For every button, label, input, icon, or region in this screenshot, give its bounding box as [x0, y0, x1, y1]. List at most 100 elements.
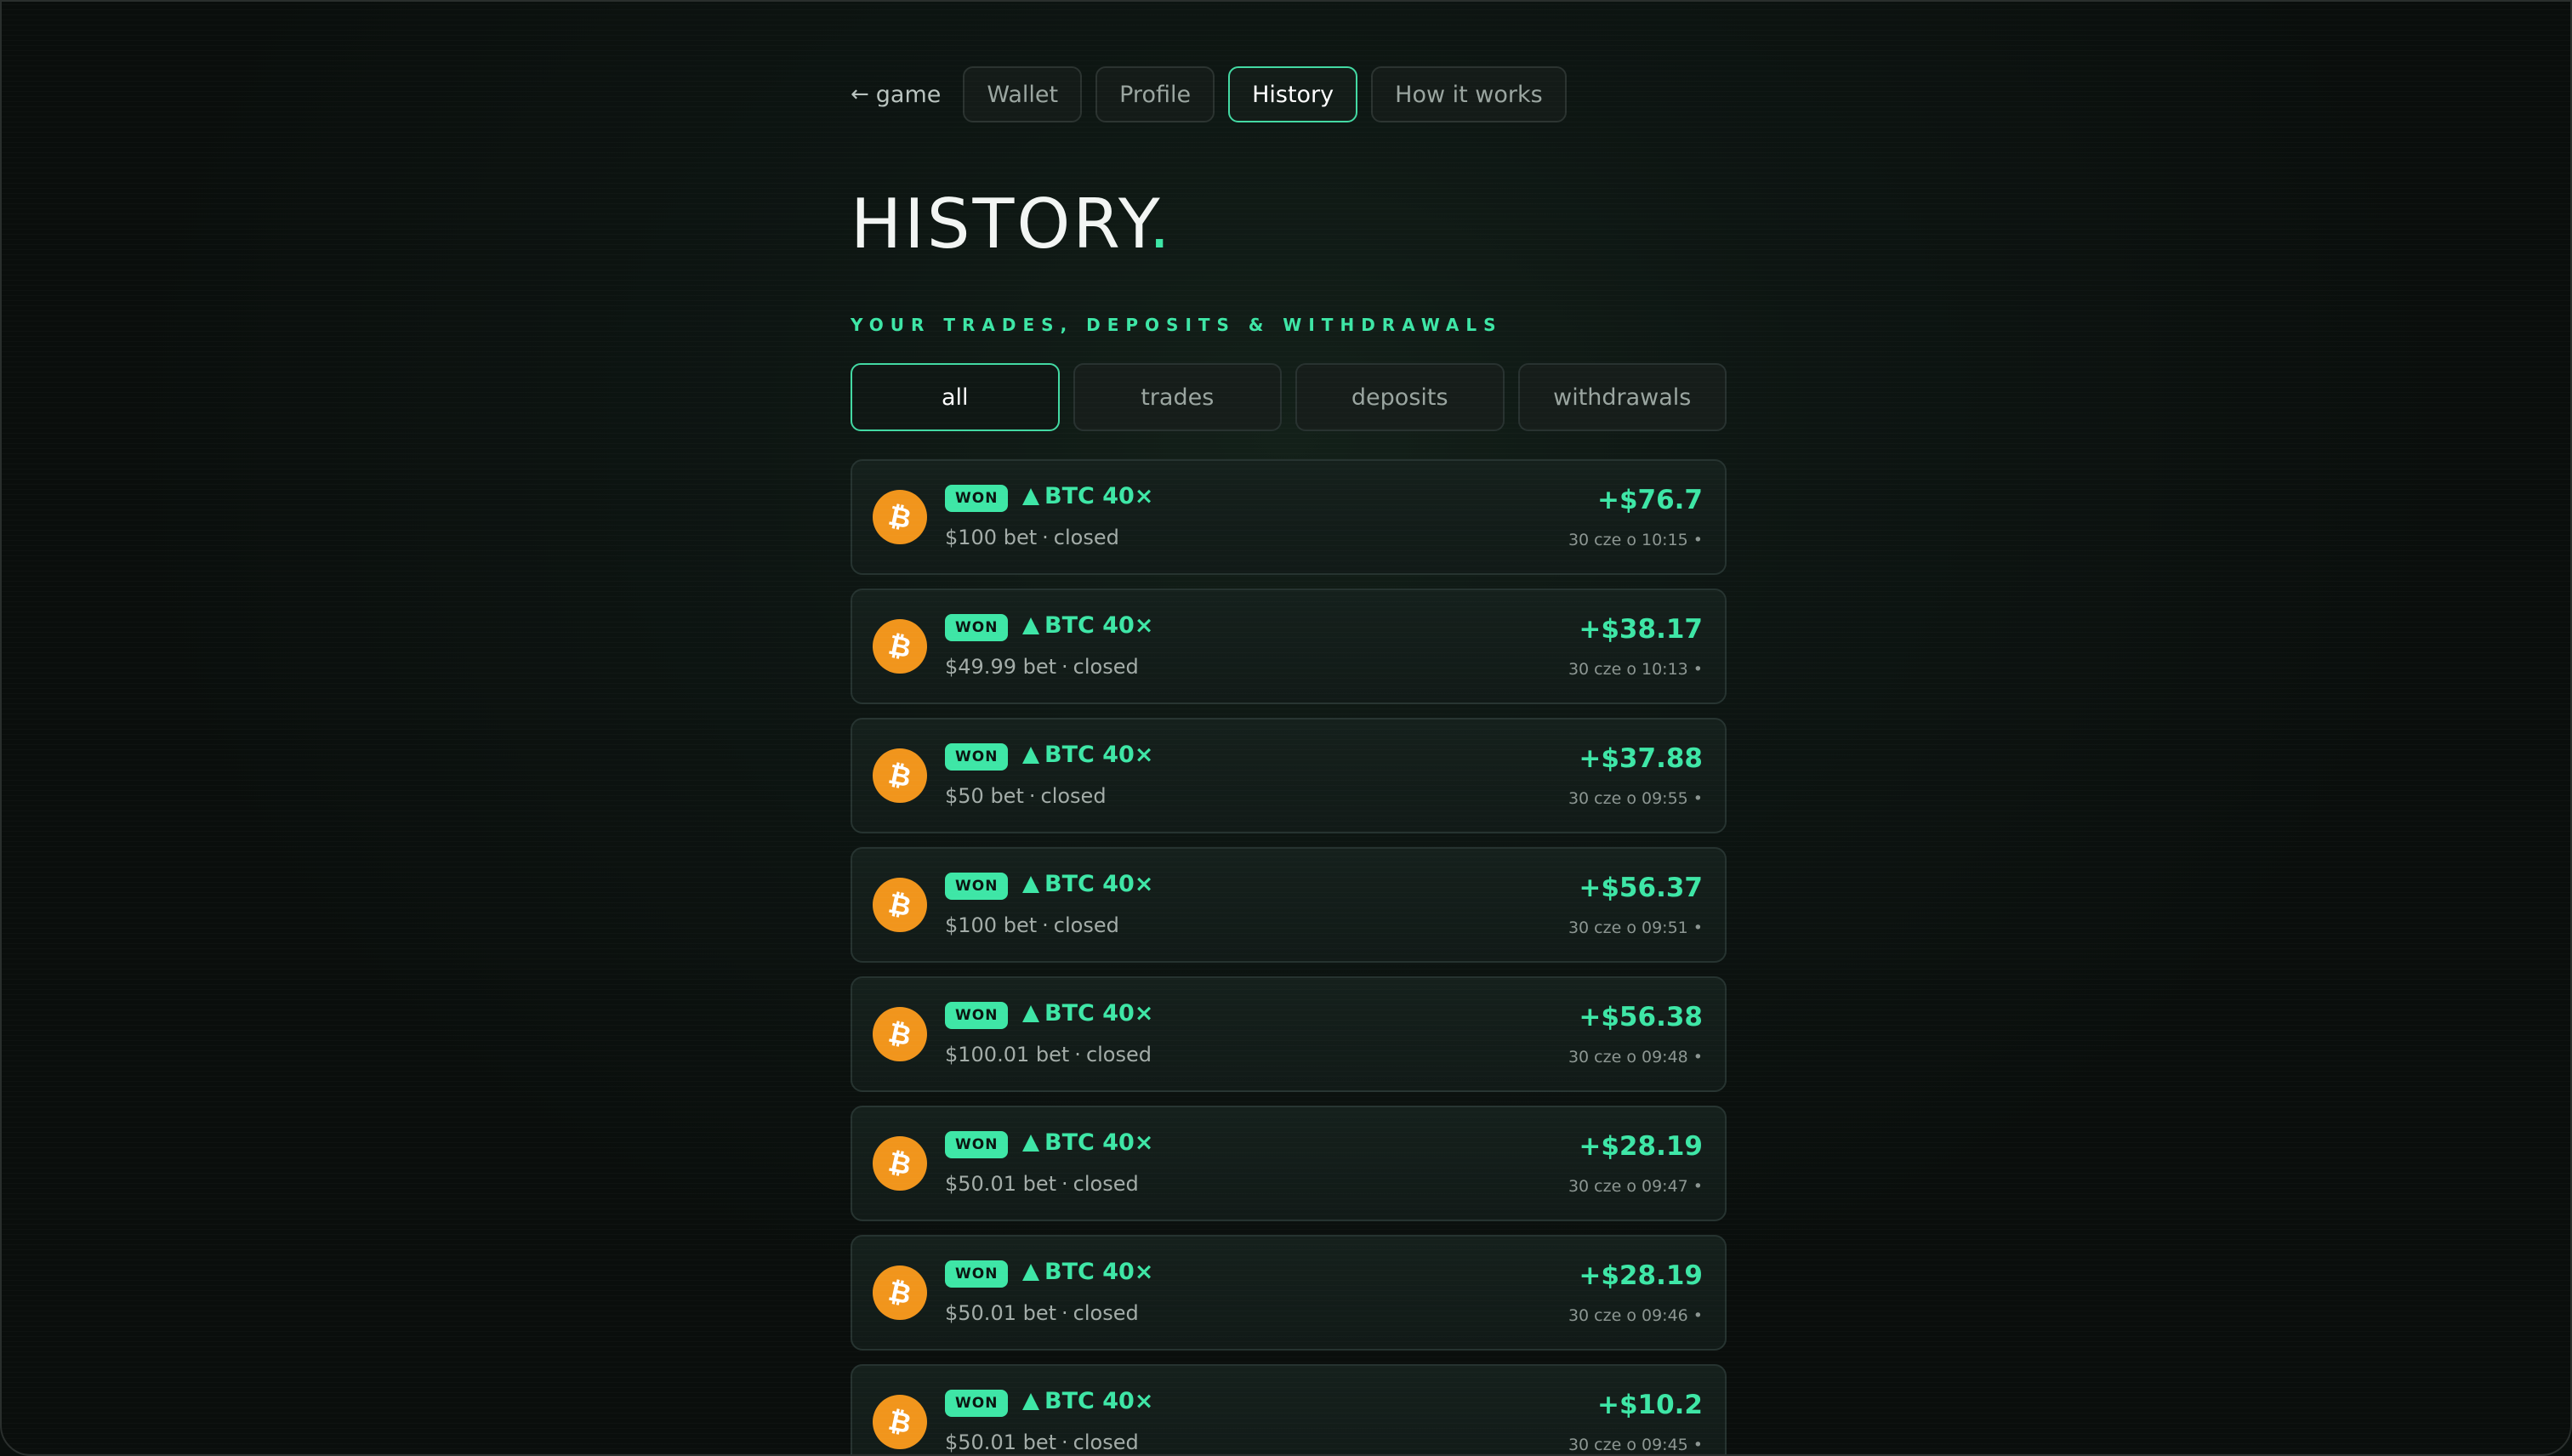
meta-separator: · — [1061, 655, 1068, 679]
trade-timestamp: 30 cze o 10:15 • — [1568, 531, 1703, 549]
trade-meta: $100 bet · closed — [945, 913, 1119, 937]
triangle-up-icon — [1022, 1392, 1039, 1410]
triangle-up-icon — [1022, 1263, 1039, 1281]
status-badge: WON — [945, 1390, 1009, 1417]
bitcoin-icon: ₿ — [873, 748, 927, 803]
back-to-game-link[interactable]: ← game — [851, 82, 941, 108]
page-title: HISTORY. — [851, 191, 1173, 259]
trade-timestamp: 30 cze o 10:13 • — [1568, 660, 1703, 679]
bet-amount: $50 bet — [945, 784, 1024, 808]
trade-timestamp: 30 cze o 09:51 • — [1568, 919, 1703, 937]
bet-amount: $100 bet — [945, 526, 1038, 549]
back-label: game — [875, 81, 942, 108]
meta-separator: · — [1061, 1430, 1068, 1454]
trade-state: closed — [1053, 526, 1119, 549]
trade-meta: $100.01 bet · closed — [945, 1043, 1152, 1066]
bet-amount: $49.99 bet — [945, 655, 1057, 679]
profit-amount: +$76.7 — [1596, 485, 1703, 515]
history-row[interactable]: ₿ WON BTC 40× $50 bet · closed +$37.88 30 … — [851, 718, 1727, 833]
history-row[interactable]: ₿ WON BTC 40× $50.01 bet · closed +$28.19 … — [851, 1235, 1727, 1351]
trade-pair-label: BTC 40× — [1044, 1388, 1154, 1414]
tab-profile[interactable]: Profile — [1095, 66, 1215, 122]
filter-trades[interactable]: trades — [1073, 363, 1282, 431]
trade-meta: $50.01 bet · closed — [945, 1430, 1139, 1454]
trade-meta: $50 bet · closed — [945, 784, 1107, 808]
profit-amount: +$56.38 — [1579, 1002, 1703, 1032]
tab-wallet[interactable]: Wallet — [963, 66, 1083, 122]
history-row[interactable]: ₿ WON BTC 40× $49.99 bet · closed +$38.17 … — [851, 589, 1727, 704]
svg-text:₿: ₿ — [885, 888, 913, 922]
trade-pair-label: BTC 40× — [1044, 742, 1154, 768]
triangle-up-icon — [1022, 875, 1039, 893]
trade-timestamp: 30 cze o 09:45 • — [1568, 1436, 1703, 1454]
meta-separator: · — [1042, 526, 1049, 549]
status-badge: WON — [945, 614, 1009, 641]
profit-amount: +$38.17 — [1579, 614, 1703, 645]
trade-state: closed — [1085, 1043, 1152, 1066]
bitcoin-icon: ₿ — [873, 1136, 927, 1191]
tab-history[interactable]: History — [1228, 66, 1358, 122]
bitcoin-icon: ₿ — [873, 1395, 927, 1449]
trade-pair: BTC 40× — [1022, 612, 1153, 639]
profit-amount: +$10.2 — [1596, 1390, 1703, 1420]
tab-how-it-works[interactable]: How it works — [1371, 66, 1567, 122]
status-badge: WON — [945, 1002, 1009, 1029]
bitcoin-icon: ₿ — [873, 490, 927, 544]
svg-text:₿: ₿ — [885, 1017, 913, 1051]
svg-text:₿: ₿ — [885, 1276, 913, 1310]
trade-pair: BTC 40× — [1022, 1388, 1153, 1414]
trade-pair: BTC 40× — [1022, 1259, 1153, 1285]
svg-text:₿: ₿ — [885, 629, 913, 663]
trade-meta: $100 bet · closed — [945, 526, 1119, 549]
meta-separator: · — [1074, 1043, 1081, 1066]
status-badge: WON — [945, 485, 1009, 512]
top-nav: ← game Wallet Profile History How it wor… — [851, 65, 1567, 124]
triangle-up-icon — [1022, 746, 1039, 764]
profit-amount: +$28.19 — [1579, 1260, 1703, 1291]
svg-text:₿: ₿ — [885, 500, 913, 534]
status-badge: WON — [945, 873, 1009, 900]
bet-amount: $50.01 bet — [945, 1301, 1057, 1325]
trade-pair-label: BTC 40× — [1044, 483, 1154, 509]
trade-meta: $50.01 bet · closed — [945, 1301, 1139, 1325]
svg-text:₿: ₿ — [885, 759, 913, 793]
filter-withdrawals[interactable]: withdrawals — [1517, 363, 1727, 431]
filter-tabs: all trades deposits withdrawals — [851, 363, 1727, 431]
bet-amount: $100 bet — [945, 913, 1038, 937]
page-title-dot: . — [1148, 185, 1173, 264]
trade-pair: BTC 40× — [1022, 1129, 1153, 1156]
trade-pair: BTC 40× — [1022, 1000, 1153, 1027]
history-row[interactable]: ₿ WON BTC 40× $100.01 bet · closed +$56.38… — [851, 976, 1727, 1092]
trade-pair: BTC 40× — [1022, 483, 1153, 509]
profit-amount: +$28.19 — [1579, 1131, 1703, 1162]
trade-pair: BTC 40× — [1022, 871, 1153, 897]
page-title-text: HISTORY — [851, 185, 1149, 264]
trade-timestamp: 30 cze o 09:46 • — [1568, 1306, 1703, 1325]
trade-state: closed — [1073, 1430, 1139, 1454]
status-badge: WON — [945, 1131, 1009, 1158]
bet-amount: $100.01 bet — [945, 1043, 1070, 1066]
trade-meta: $50.01 bet · closed — [945, 1172, 1139, 1196]
trade-pair-label: BTC 40× — [1044, 612, 1154, 639]
bet-amount: $50.01 bet — [945, 1172, 1057, 1196]
bitcoin-icon: ₿ — [873, 1007, 927, 1061]
filter-deposits[interactable]: deposits — [1295, 363, 1505, 431]
filter-all[interactable]: all — [851, 363, 1060, 431]
app-window: ← game Wallet Profile History How it wor… — [0, 0, 2572, 1456]
history-row[interactable]: ₿ WON BTC 40× $100 bet · closed +$76.7 30 … — [851, 459, 1727, 575]
trade-state: closed — [1073, 1172, 1139, 1196]
triangle-up-icon — [1022, 617, 1039, 634]
history-row[interactable]: ₿ WON BTC 40× $50.01 bet · closed +$28.19 … — [851, 1106, 1727, 1221]
triangle-up-icon — [1022, 1134, 1039, 1152]
trade-pair-label: BTC 40× — [1044, 1259, 1154, 1285]
trade-state: closed — [1040, 784, 1107, 808]
meta-separator: · — [1061, 1301, 1068, 1325]
history-row[interactable]: ₿ WON BTC 40× $100 bet · closed +$56.37 30… — [851, 847, 1727, 963]
trade-timestamp: 30 cze o 09:47 • — [1568, 1177, 1703, 1196]
trade-pair: BTC 40× — [1022, 742, 1153, 768]
profit-amount: +$56.37 — [1579, 873, 1703, 903]
svg-text:₿: ₿ — [885, 1146, 913, 1180]
meta-separator: · — [1042, 913, 1049, 937]
history-row[interactable]: ₿ WON BTC 40× $50.01 bet · closed +$10.2 3… — [851, 1364, 1727, 1454]
trade-meta: $49.99 bet · closed — [945, 655, 1139, 679]
